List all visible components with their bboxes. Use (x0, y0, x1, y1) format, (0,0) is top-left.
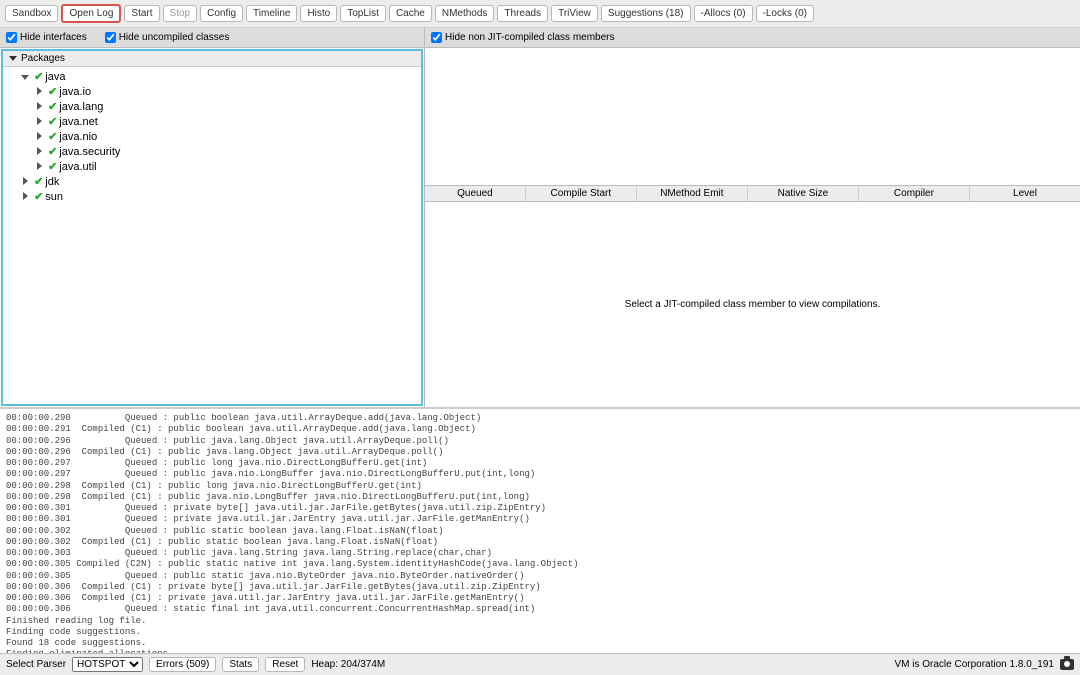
main-content: Hide interfaces Hide uncompiled classes … (0, 28, 1080, 408)
tree-node[interactable]: ✔sun (7, 189, 417, 204)
column-header[interactable]: Level (970, 186, 1080, 201)
camera-icon[interactable] (1060, 659, 1074, 670)
allocs-button[interactable]: -Allocs (0) (694, 5, 753, 22)
tree-node[interactable]: ✔java.lang (7, 99, 417, 114)
timeline-button[interactable]: Timeline (246, 5, 297, 22)
log-output[interactable]: 00:00:00.290 Queued : public boolean jav… (0, 408, 1080, 653)
check-icon: ✔ (48, 161, 57, 173)
check-icon: ✔ (48, 101, 57, 113)
heap-label: Heap: 204/374M (311, 659, 385, 670)
chevron-right-icon (35, 102, 43, 112)
parser-select[interactable]: HOTSPOT (72, 657, 143, 672)
stop-button[interactable]: Stop (163, 5, 198, 22)
tree-node-label: java.security (59, 146, 120, 158)
column-header[interactable]: Native Size (748, 186, 859, 201)
tree-node[interactable]: ✔java.security (7, 144, 417, 159)
nmethods-button[interactable]: NMethods (435, 5, 495, 22)
hide-non-jit-label: Hide non JIT-compiled class members (445, 32, 615, 43)
hide-interfaces-checkbox[interactable]: Hide interfaces (6, 32, 87, 43)
tree-node[interactable]: ✔java.nio (7, 129, 417, 144)
threads-button[interactable]: Threads (497, 5, 548, 22)
hide-interfaces-label: Hide interfaces (20, 32, 87, 43)
tree-node[interactable]: ✔java.util (7, 159, 417, 174)
status-bar: Select Parser HOTSPOT Errors (509) Stats… (0, 653, 1080, 675)
hide-non-jit-checkbox[interactable]: Hide non JIT-compiled class members (431, 32, 615, 43)
tree-node-label: java.net (59, 116, 98, 128)
tree-node[interactable]: ✔java.io (7, 84, 417, 99)
column-header[interactable]: Compile Start (526, 186, 637, 201)
chevron-right-icon (21, 192, 29, 202)
tree-node[interactable]: ✔java.net (7, 114, 417, 129)
chevron-right-icon (35, 87, 43, 97)
config-button[interactable]: Config (200, 5, 243, 22)
tree-header-label: Packages (21, 53, 65, 64)
tree-node-label: java (45, 71, 65, 83)
disclosure-down-icon (9, 56, 17, 61)
hide-uncompiled-label: Hide uncompiled classes (119, 32, 230, 43)
suggestions-button[interactable]: Suggestions (18) (601, 5, 691, 22)
members-list[interactable] (425, 48, 1080, 185)
chevron-right-icon (21, 177, 29, 187)
sandbox-button[interactable]: Sandbox (5, 5, 58, 22)
chevron-right-icon (35, 147, 43, 157)
hide-uncompiled-checkbox[interactable]: Hide uncompiled classes (105, 32, 230, 43)
check-icon: ✔ (34, 71, 43, 83)
errors-button[interactable]: Errors (509) (149, 657, 216, 672)
check-icon: ✔ (48, 86, 57, 98)
chevron-right-icon (35, 162, 43, 172)
tree-node-label: java.nio (59, 131, 97, 143)
open-log-button[interactable]: Open Log (61, 4, 121, 23)
main-toolbar: Sandbox Open Log Start Stop Config Timel… (0, 0, 1080, 28)
stats-button[interactable]: Stats (222, 657, 259, 672)
vm-label: VM is Oracle Corporation 1.8.0_191 (894, 659, 1054, 670)
tree-node-label: jdk (45, 176, 59, 188)
column-header[interactable]: Queued (425, 186, 526, 201)
cache-button[interactable]: Cache (389, 5, 432, 22)
right-filter-bar: Hide non JIT-compiled class members (425, 28, 1080, 48)
tree-node[interactable]: ✔jdk (7, 174, 417, 189)
compilation-columns: QueuedCompile StartNMethod EmitNative Si… (425, 185, 1080, 202)
check-icon: ✔ (48, 146, 57, 158)
toplist-button[interactable]: TopList (340, 5, 386, 22)
locks-button[interactable]: -Locks (0) (756, 5, 814, 22)
start-button[interactable]: Start (124, 5, 159, 22)
tree-node-label: sun (45, 191, 63, 203)
check-icon: ✔ (34, 176, 43, 188)
check-icon: ✔ (48, 131, 57, 143)
select-parser-label: Select Parser (6, 659, 66, 670)
compilation-detail: Select a JIT-compiled class member to vi… (425, 202, 1080, 407)
chevron-down-icon (21, 72, 29, 82)
tree-node-label: java.util (59, 161, 96, 173)
check-icon: ✔ (48, 116, 57, 128)
tree-node-label: java.lang (59, 101, 103, 113)
check-icon: ✔ (34, 191, 43, 203)
left-filter-bar: Hide interfaces Hide uncompiled classes (0, 28, 424, 48)
tree-node-label: java.io (59, 86, 91, 98)
triview-button[interactable]: TriView (551, 5, 598, 22)
packages-tree[interactable]: Packages ✔java ✔java.io ✔java.lang ✔java… (1, 49, 423, 406)
tree-header[interactable]: Packages (3, 51, 421, 67)
tree-node-java[interactable]: ✔java (7, 69, 417, 84)
detail-placeholder-text: Select a JIT-compiled class member to vi… (625, 299, 881, 310)
chevron-right-icon (35, 117, 43, 127)
packages-pane: Hide interfaces Hide uncompiled classes … (0, 28, 425, 407)
reset-button[interactable]: Reset (265, 657, 305, 672)
chevron-right-icon (35, 132, 43, 142)
column-header[interactable]: Compiler (859, 186, 970, 201)
column-header[interactable]: NMethod Emit (637, 186, 748, 201)
members-pane: Hide non JIT-compiled class members Queu… (425, 28, 1080, 407)
histo-button[interactable]: Histo (300, 5, 337, 22)
